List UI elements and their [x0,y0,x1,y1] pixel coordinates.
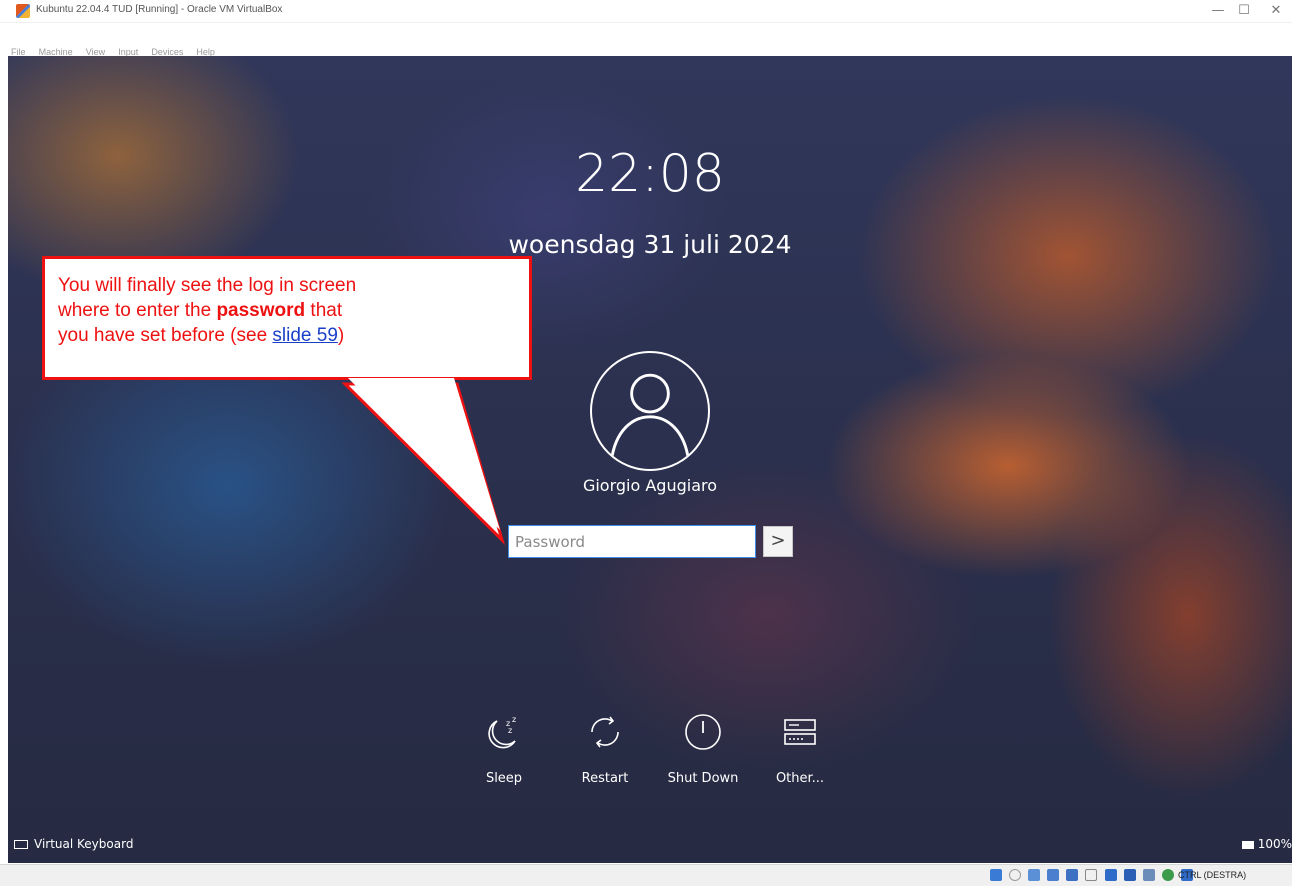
user-avatar[interactable] [590,351,710,471]
cpu-icon[interactable] [1142,869,1155,881]
switch-user-icon [784,719,816,745]
battery-label: 100% [1257,837,1292,851]
window-title: Kubuntu 22.04.4 TUD [Running] - Oracle V… [36,4,283,15]
callout-line-3-suffix: ) [337,325,345,346]
battery-indicator: 100% [1241,837,1292,851]
callout-line-3-prefix: you have set before (see [58,325,273,346]
password-input[interactable] [508,525,756,558]
shutdown-label: Shut Down [667,771,739,786]
battery-icon [1241,840,1254,849]
shutdown-icon [685,714,721,750]
usb-icon[interactable] [1066,869,1079,881]
date: woensdag 31 juli 2024 [508,230,792,259]
close-button[interactable]: ✕ [1256,2,1292,20]
sleep-button[interactable]: z z z Sleep [456,711,552,786]
virtual-keyboard-label: Virtual Keyboard [34,837,134,851]
restart-label: Restart [581,771,629,786]
optical-drive-icon[interactable] [1009,869,1022,881]
window-titlebar: Kubuntu 22.04.4 TUD [Running] - Oracle V… [0,0,1292,23]
callout-line-2-suffix: that [305,300,343,321]
menubar: File Machine View Input Devices Help [0,40,1292,57]
user-icon [609,373,691,462]
keyboard-icon [14,840,28,849]
callout-line-1: You will finally see the log in screen [58,275,357,296]
svg-text:z: z [512,715,516,724]
display-icon[interactable] [1104,869,1117,881]
virtual-keyboard-button[interactable]: Virtual Keyboard [14,837,133,851]
restart-button[interactable]: Restart [557,711,653,786]
instruction-callout: You will finally see the log in screen w… [42,256,532,380]
host-key-label: CTRL (DESTRA) [1178,870,1247,880]
login-submit-button[interactable]: > [763,526,793,557]
guest-screen: 22:08 woensdag 31 juli 2024 Giorgio Agug… [8,56,1292,863]
sleep-label: Sleep [485,771,523,786]
other-label: Other... [775,771,825,786]
clock: 22:08 [575,144,725,204]
network-activity-icon[interactable] [1161,869,1174,881]
callout-bold-password: password [216,300,306,321]
video-capture-icon[interactable] [1123,869,1136,881]
vm-status-icons [990,869,1195,883]
hard-disk-icon[interactable] [990,869,1002,881]
vm-statusbar: CTRL (DESTRA) [0,864,1292,886]
audio-icon[interactable] [1028,869,1041,881]
callout-line-3: you have set before (see slide 59) [58,323,516,348]
virtualbox-app-icon [16,4,30,18]
shutdown-button[interactable]: Shut Down [655,711,751,786]
user-name: Giorgio Agugiaro [582,476,718,495]
network-icon[interactable] [1047,869,1060,881]
shared-folders-icon[interactable] [1085,869,1098,881]
sleep-icon: z z z [488,715,516,749]
restart-icon [591,716,619,748]
svg-text:z: z [508,726,512,735]
slide-link[interactable]: slide 59 [272,325,338,346]
callout-line-2: where to enter the password that [58,298,516,323]
callout-line-2-prefix: where to enter the [58,300,217,321]
other-button[interactable]: Other... [752,711,848,786]
